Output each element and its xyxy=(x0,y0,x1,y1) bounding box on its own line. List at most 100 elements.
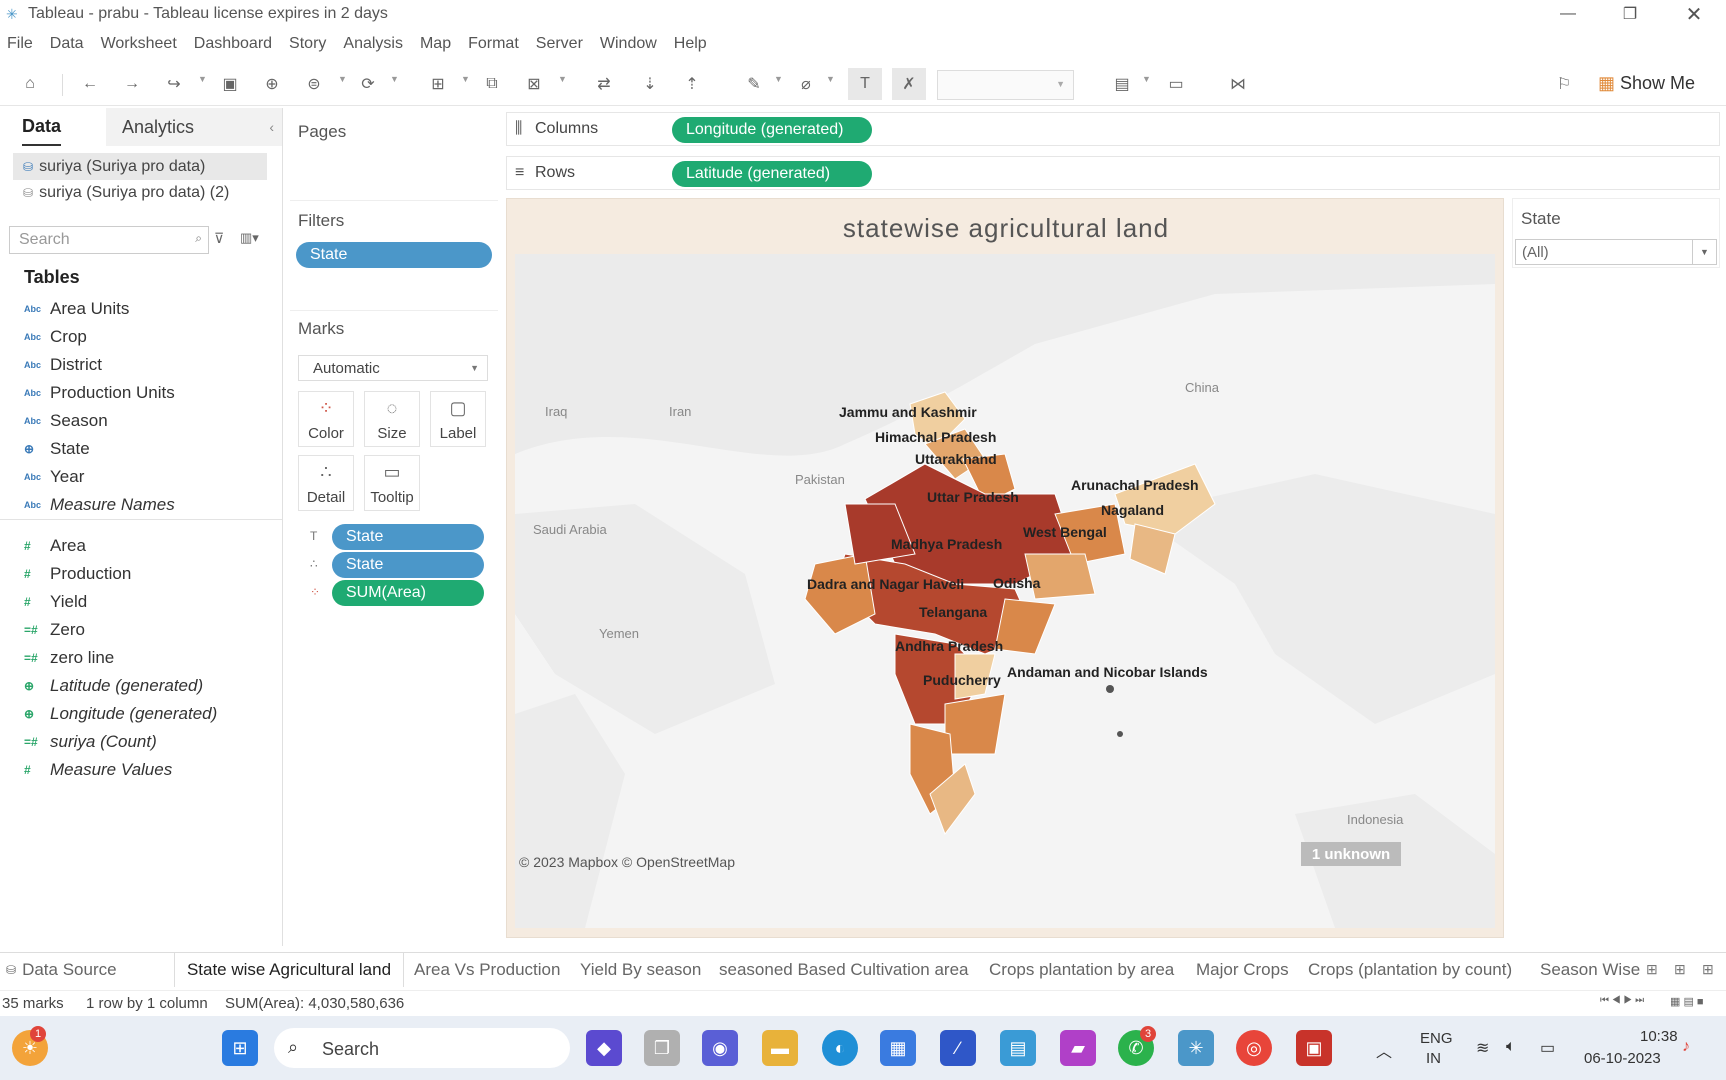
rows-shelf[interactable]: ≡ Rows Latitude (generated) xyxy=(506,156,1720,190)
clear-sheet-icon[interactable]: ⊠ xyxy=(522,72,546,96)
chevron-down-icon[interactable]: ▼ xyxy=(774,74,783,84)
color-button[interactable]: ⁘ Color xyxy=(298,391,354,447)
field-state[interactable]: ⊕ State xyxy=(24,437,90,461)
field-year[interactable]: Abc Year xyxy=(24,465,84,489)
field-area-units[interactable]: Abc Area Units xyxy=(24,297,129,321)
menu-map[interactable]: Map xyxy=(420,35,451,53)
language-label[interactable]: ENG xyxy=(1420,1030,1453,1047)
undo-icon[interactable]: ← xyxy=(78,72,102,96)
teams-icon[interactable]: ◉ xyxy=(702,1030,738,1066)
redo-icon[interactable]: → xyxy=(120,72,144,96)
minimize-icon[interactable]: — xyxy=(1538,0,1598,28)
field-measure-names[interactable]: Abc Measure Names xyxy=(24,493,175,517)
menu-analysis[interactable]: Analysis xyxy=(343,35,403,53)
field-zero[interactable]: =# Zero xyxy=(24,618,85,642)
columns-pill-longitude[interactable]: Longitude (generated) xyxy=(672,117,872,143)
new-datasource-icon[interactable]: ⊕ xyxy=(260,72,284,96)
close-icon[interactable]: ✕ xyxy=(1664,0,1724,28)
start-icon[interactable]: ⊞ xyxy=(222,1030,258,1066)
field-longitude[interactable]: ⊕ Longitude (generated) xyxy=(24,702,217,726)
marks-pill-state-label[interactable]: State xyxy=(332,524,484,550)
tab-yield-by-season[interactable]: Yield By season xyxy=(580,953,701,987)
show-me-button[interactable]: ▦ Show Me xyxy=(1598,73,1695,94)
tab-analytics[interactable]: Analytics ‹ xyxy=(106,108,282,146)
home-icon[interactable]: ⌂ xyxy=(18,72,42,96)
filter-icon[interactable]: ⊽ xyxy=(214,230,224,247)
save-icon[interactable]: ▣ xyxy=(218,72,242,96)
clock-date[interactable]: 06-10-2023 xyxy=(1584,1050,1661,1067)
new-worksheet-icon[interactable]: ⊞ xyxy=(1646,961,1658,978)
presentation-icon[interactable]: ▭ xyxy=(1164,72,1188,96)
field-latitude[interactable]: ⊕ Latitude (generated) xyxy=(24,674,203,698)
tab-area-vs-production[interactable]: Area Vs Production xyxy=(414,953,560,987)
columns-shelf[interactable]: ⫼ Columns Longitude (generated) xyxy=(506,112,1720,146)
highlight-icon[interactable]: ✎ xyxy=(742,72,766,96)
store-icon[interactable]: ▦ xyxy=(880,1030,916,1066)
chevron-down-icon[interactable]: ▼ xyxy=(826,74,835,84)
task-view-icon[interactable]: ❐ xyxy=(644,1030,680,1066)
menu-dashboard[interactable]: Dashboard xyxy=(194,35,272,53)
unknown-indicator[interactable]: 1 unknown xyxy=(1301,842,1401,866)
sort-descending-icon[interactable]: ⇡ xyxy=(680,72,704,96)
new-dashboard-icon[interactable]: ⊞ xyxy=(1674,961,1686,978)
state-filter-dropdown[interactable]: (All) ▼ xyxy=(1515,239,1717,265)
taskbar-search[interactable]: ⌕ Search xyxy=(274,1028,570,1068)
new-story-icon[interactable]: ⊞ xyxy=(1702,961,1714,978)
chevron-down-icon[interactable]: ▼ xyxy=(198,74,207,84)
volume-icon[interactable]: 🔈︎ xyxy=(1506,1038,1516,1056)
region-label[interactable]: IN xyxy=(1426,1050,1441,1067)
share-icon[interactable]: ⋈ xyxy=(1226,72,1250,96)
show-labels-icon[interactable]: T xyxy=(848,68,882,100)
field-crop[interactable]: Abc Crop xyxy=(24,325,87,349)
fit-icon[interactable]: ▤ xyxy=(1110,72,1134,96)
clock-time[interactable]: 10:38 xyxy=(1640,1028,1678,1045)
label-button[interactable]: ▢ Label xyxy=(430,391,486,447)
new-worksheet-icon[interactable]: ⊞ xyxy=(426,72,450,96)
fix-axes-icon[interactable]: ✗ xyxy=(892,68,926,100)
copilot-icon[interactable]: ◆ xyxy=(586,1030,622,1066)
mark-type-dropdown[interactable]: Automatic ▼ xyxy=(298,355,488,381)
detail-button[interactable]: ∴ Detail xyxy=(298,455,354,511)
menu-format[interactable]: Format xyxy=(468,35,519,53)
file-explorer-icon[interactable]: ▬ xyxy=(762,1030,798,1066)
field-zero-line[interactable]: =# zero line xyxy=(24,646,114,670)
tab-seasoned-cultivation[interactable]: seasoned Based Cultivation area xyxy=(719,953,969,987)
rows-pill-latitude[interactable]: Latitude (generated) xyxy=(672,161,872,187)
battery-icon[interactable]: ▭ xyxy=(1540,1038,1555,1058)
chevron-down-icon[interactable]: ▼ xyxy=(1142,74,1151,84)
field-count[interactable]: =# suriya (Count) xyxy=(24,730,157,754)
format-painter-icon[interactable]: ⚐ xyxy=(1552,72,1576,96)
tab-major-crops[interactable]: Major Crops xyxy=(1196,953,1289,987)
filter-pill-state[interactable]: State xyxy=(296,242,492,268)
tooltip-button[interactable]: ▭ Tooltip xyxy=(364,455,420,511)
collapse-icon[interactable]: ‹ xyxy=(269,119,274,135)
notepad-icon[interactable]: ▤ xyxy=(1000,1030,1036,1066)
tab-state-wise-agricultural-land[interactable]: State wise Agricultural land xyxy=(174,953,404,987)
replay-icon[interactable]: ↪ xyxy=(162,72,186,96)
pause-updates-icon[interactable]: ⊜ xyxy=(302,72,326,96)
size-button[interactable]: ◌ Size xyxy=(364,391,420,447)
chevron-up-icon[interactable]: ︿ xyxy=(1376,1038,1392,1062)
app-icon[interactable]: ∕ xyxy=(940,1030,976,1066)
field-season[interactable]: Abc Season xyxy=(24,409,108,433)
filters-card[interactable]: Filters State xyxy=(290,200,498,296)
menu-server[interactable]: Server xyxy=(536,35,583,53)
tab-season-wise[interactable]: Season Wise xyxy=(1540,953,1640,987)
datasource-item[interactable]: ⛁ suriya (Suriya pro data) xyxy=(13,153,267,180)
edge-icon[interactable]: ◐ xyxy=(822,1030,858,1066)
group-icon[interactable]: ⌀ xyxy=(794,72,818,96)
sort-ascending-icon[interactable]: ⇣ xyxy=(638,72,662,96)
wifi-icon[interactable]: ≋ xyxy=(1476,1038,1489,1058)
search-field[interactable]: Search ⌕ xyxy=(9,226,209,254)
duplicate-icon[interactable]: ⧉ xyxy=(480,72,504,96)
menu-story[interactable]: Story xyxy=(289,35,326,53)
marks-pill-state-detail[interactable]: State xyxy=(332,552,484,578)
field-measure-values[interactable]: # Measure Values xyxy=(24,758,172,782)
menu-window[interactable]: Window xyxy=(600,35,657,53)
menu-help[interactable]: Help xyxy=(674,35,707,53)
tab-data-source[interactable]: ⛁ Data Source xyxy=(6,953,117,987)
chevron-down-icon[interactable]: ▼ xyxy=(558,74,567,84)
swap-icon[interactable]: ⇄ xyxy=(592,72,616,96)
chrome-icon[interactable]: ◎ xyxy=(1236,1030,1272,1066)
pages-card[interactable]: Pages xyxy=(290,112,498,190)
